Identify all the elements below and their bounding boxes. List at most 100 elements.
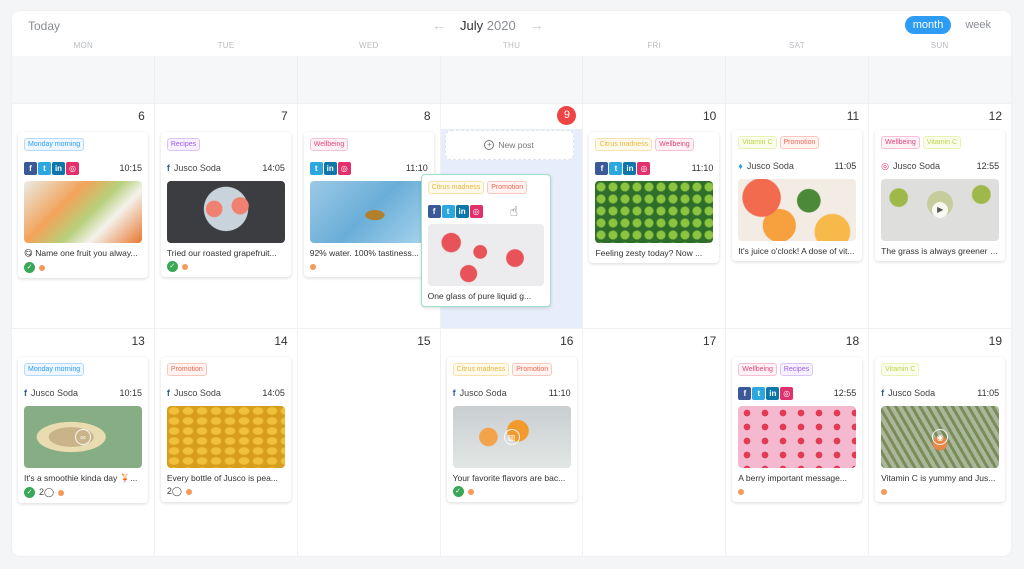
post-card[interactable]: Wellbeing t in ◎ 11:10 92% water. 100% tastin… — [303, 132, 434, 281]
new-post-button[interactable]: + New post — [444, 130, 574, 160]
account: f Jusco Soda — [167, 388, 221, 398]
tag-list: Wellbeing Recipes — [738, 363, 856, 376]
facebook-icon: f — [24, 161, 37, 175]
comment-count[interactable]: 2◯ — [39, 487, 54, 498]
day-cell-today[interactable]: 9 + New post Citrus madness Promotion f t in ◎ On… — [420, 103, 584, 328]
tag-badge[interactable]: Vitamin C — [738, 136, 777, 149]
day-cell[interactable]: 13 Monday morning f Jusco Soda 10:15 ∞ It's a … — [12, 328, 155, 556]
tag-badge[interactable]: Promotion — [779, 136, 820, 149]
tag-badge[interactable]: Citrus madness — [427, 181, 485, 194]
day-cell[interactable] — [583, 56, 727, 103]
day-cell[interactable]: 6 Monday morning f t in ◎ 10:15 😋 Name one frui… — [12, 103, 155, 328]
tag-badge[interactable]: Citrus madness — [595, 138, 653, 151]
facebook-icon: f — [166, 388, 170, 398]
post-image[interactable]: ▥ — [452, 406, 571, 468]
post-image[interactable] — [166, 181, 285, 243]
day-cell[interactable]: 19 Vitamin C f Jusco Soda 11:05 ◉ Vitamin C is… — [869, 328, 1011, 556]
account: ♦ Jusco Soda — [738, 161, 794, 171]
post-card[interactable]: Promotion f Jusco Soda 14:05 Every bottle of… — [160, 357, 291, 502]
link-icon: ∞ — [75, 429, 91, 445]
day-cell[interactable]: 11 Vitamin C Promotion ♦ Jusco Soda 11:05 It's… — [726, 103, 870, 328]
month-grid: 6 Monday morning f t in ◎ 10:15 😋 Name one frui… — [12, 56, 1011, 556]
post-meta: f t in ◎ 11:10 — [595, 161, 713, 175]
post-card[interactable]: Wellbeing Vitamin C ◎ Jusco Soda 12:55 ▶ The g… — [875, 130, 1006, 261]
post-image[interactable]: ∞ — [24, 406, 142, 468]
next-month-arrow-icon[interactable]: → — [530, 17, 544, 33]
today-button[interactable]: Today — [28, 19, 60, 33]
tag-badge[interactable]: Recipes — [166, 138, 201, 151]
day-number: 16 — [560, 334, 574, 348]
post-image[interactable] — [738, 179, 857, 241]
tag-badge[interactable]: Citrus madness — [452, 363, 510, 376]
week-view-button[interactable]: week — [957, 16, 999, 34]
tag-list: Monday morning — [24, 363, 142, 376]
day-number: 12 — [988, 109, 1003, 123]
post-meta: f Jusco Soda 11:05 — [881, 386, 999, 400]
tag-badge[interactable]: Monday morning — [24, 138, 85, 151]
post-image[interactable] — [738, 406, 857, 468]
day-cell[interactable]: 7 Recipes f Jusco Soda 14:05 Tried our roaste… — [154, 103, 298, 328]
twitter-icon: t — [441, 204, 455, 218]
account: f Jusco Soda — [881, 388, 935, 398]
twitter-icon: t — [609, 161, 623, 175]
post-card[interactable]: Recipes f Jusco Soda 14:05 Tried our roasted… — [160, 132, 291, 277]
tag-badge[interactable]: Wellbeing — [881, 136, 920, 149]
day-cell[interactable]: 18 Wellbeing Recipes f t in ◎ 12:55 A berry impo… — [726, 328, 870, 556]
day-cell[interactable] — [441, 56, 584, 103]
post-image[interactable]: ▶ — [881, 179, 1000, 241]
post-card[interactable]: Vitamin C f Jusco Soda 11:05 ◉ Vitamin C is y… — [875, 357, 1006, 502]
day-cell[interactable] — [726, 56, 870, 103]
post-card[interactable]: Citrus madness Wellbeing f t in ◎ 11:10 Feeling… — [589, 132, 720, 267]
play-icon: ▶ — [932, 202, 949, 218]
day-cell[interactable]: 14 Promotion f Jusco Soda 14:05 Every bottle … — [154, 328, 298, 556]
post-image[interactable] — [24, 181, 142, 243]
post-image[interactable] — [166, 406, 285, 468]
post-meta: f t in ◎ 10:15 — [24, 161, 142, 175]
day-cell[interactable]: 10 Citrus madness Wellbeing f t in ◎ 11:10 Feeli… — [583, 103, 727, 328]
tag-badge[interactable]: Wellbeing — [309, 138, 349, 151]
prev-month-arrow-icon[interactable]: ← — [432, 17, 446, 33]
day-cell[interactable]: 17 — [583, 328, 727, 556]
post-time: 14:05 — [262, 388, 285, 398]
day-cell[interactable] — [869, 56, 1011, 103]
day-cell[interactable]: 12 Wellbeing Vitamin C ◎ Jusco Soda 12:55 ▶ The… — [869, 103, 1011, 328]
tag-badge[interactable]: Promotion — [512, 363, 553, 376]
post-caption: The grass is always greener o... — [881, 246, 1000, 256]
day-cell[interactable] — [12, 56, 155, 103]
post-image[interactable] — [427, 224, 544, 286]
month-title: July 2020 — [460, 18, 516, 33]
comment-count[interactable]: 2◯ — [167, 486, 182, 497]
weekday-label: SAT — [789, 41, 805, 50]
day-cell[interactable] — [298, 56, 441, 103]
facebook-icon: f — [595, 161, 609, 175]
post-card[interactable]: Citrus madness Promotion f Jusco Soda 11:10 ▥… — [446, 357, 577, 502]
post-card-dragging[interactable]: Citrus madness Promotion f t in ◎ One glass of… — [420, 174, 551, 307]
post-card[interactable]: Monday morning f Jusco Soda 10:15 ∞ It's a sm… — [18, 357, 148, 503]
tag-badge[interactable]: Wellbeing — [655, 138, 694, 151]
post-caption: Your favorite flavors are bac... — [452, 473, 566, 483]
view-switcher: month week — [904, 16, 999, 34]
tag-list: Monday morning — [24, 138, 142, 151]
status-dot — [39, 264, 45, 271]
day-cell[interactable]: 16 Citrus madness Promotion f Jusco Soda 11:1… — [440, 328, 584, 556]
tag-badge[interactable]: Promotion — [487, 181, 528, 194]
post-card[interactable]: Monday morning f t in ◎ 10:15 😋 Name one fruit… — [18, 132, 148, 282]
status-dot — [881, 488, 888, 495]
post-image[interactable] — [309, 181, 428, 243]
tag-badge[interactable]: Promotion — [166, 363, 207, 376]
tag-badge[interactable]: Recipes — [779, 363, 814, 376]
account-name: Jusco Soda — [459, 388, 507, 398]
post-image[interactable] — [595, 181, 714, 243]
tag-badge[interactable]: Wellbeing — [738, 363, 777, 376]
month-view-button[interactable]: month — [904, 16, 952, 34]
tag-badge[interactable]: Vitamin C — [922, 136, 961, 149]
week-row: 13 Monday morning f Jusco Soda 10:15 ∞ It's a … — [12, 328, 1011, 556]
post-image[interactable]: ◉ — [881, 406, 1000, 468]
day-cell[interactable]: 15 — [297, 328, 441, 556]
tag-badge[interactable]: Vitamin C — [881, 363, 920, 376]
post-card[interactable]: Wellbeing Recipes f t in ◎ 12:55 A berry import… — [732, 357, 863, 506]
day-cell[interactable] — [155, 56, 298, 103]
day-cell[interactable]: 8 Wellbeing t in ◎ 11:10 92% water. 100% tasti… — [297, 103, 441, 328]
post-card[interactable]: Vitamin C Promotion ♦ Jusco Soda 11:05 It's j… — [732, 130, 863, 261]
tag-badge[interactable]: Monday morning — [24, 363, 85, 376]
